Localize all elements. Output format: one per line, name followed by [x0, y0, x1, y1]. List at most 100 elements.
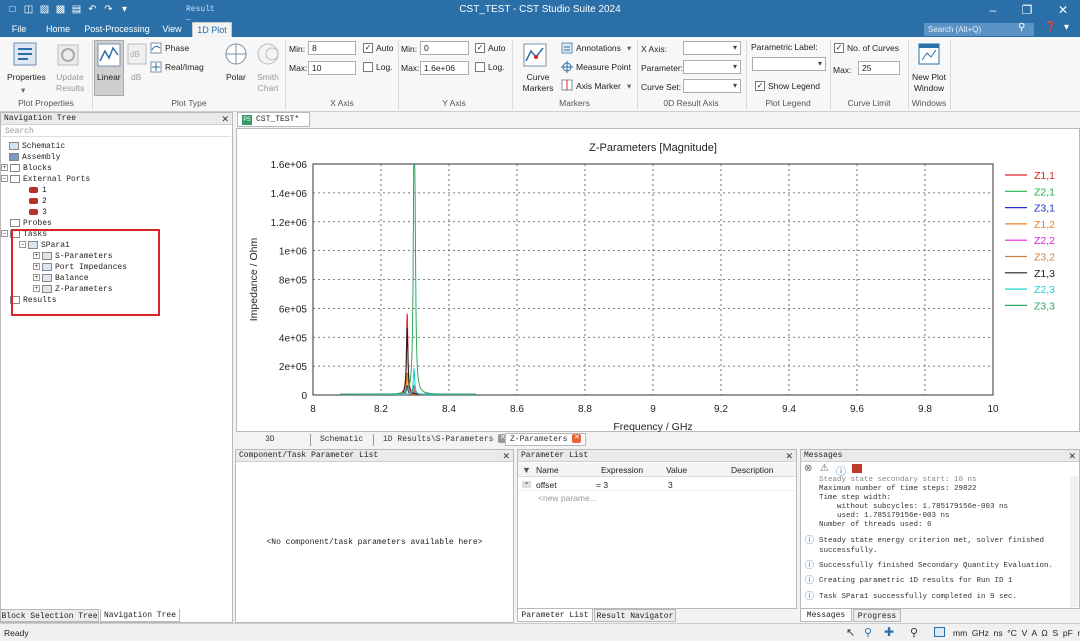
table-row[interactable]: = offset = 3 3 [518, 478, 796, 491]
document-tab[interactable]: PS CST_TEST* ✕ [237, 112, 310, 138]
zoom-icon[interactable]: ⚲ [864, 626, 872, 639]
tree-item-blocks[interactable]: + Blocks [1, 163, 52, 174]
col-expression[interactable]: Expression [601, 465, 643, 475]
tab-navigation-tree[interactable]: Navigation Tree [100, 609, 180, 622]
real-imag-button[interactable]: Real/Imag [165, 62, 204, 72]
tab-file[interactable]: File [6, 22, 32, 37]
tab-result-navigator[interactable]: Result Navigator [594, 609, 676, 622]
help-icon[interactable]: ❓ [1044, 22, 1056, 33]
annotations-dropdown-icon[interactable]: ▾ [627, 43, 631, 54]
y-min-input[interactable]: 0 [420, 41, 469, 55]
units-icon[interactable] [934, 627, 945, 637]
no-of-curves-checkbox[interactable]: ✓ [834, 43, 844, 53]
tab-progress[interactable]: Progress [853, 609, 901, 622]
warning-filter-icon[interactable]: ⚠ [820, 463, 829, 474]
param-expression[interactable]: = 3 [596, 480, 608, 490]
search-icon[interactable]: ⚲ [1018, 22, 1025, 33]
linear-plot-icon [97, 43, 121, 67]
pan-icon[interactable]: ✚ [884, 625, 894, 639]
pointer-icon[interactable]: ↖ [846, 626, 855, 639]
show-legend-checkbox[interactable]: ✓ [755, 81, 765, 91]
close-icon[interactable]: ✕ [785, 450, 793, 462]
tab-block-selection-tree[interactable]: Block Selection Tree [0, 609, 99, 622]
message-item[interactable]: ⓘ Task SPara1 successfully completed in 9… [805, 592, 1067, 602]
view-tab-1d-results[interactable]: 1D Results\S-Parameters ✕ [383, 434, 508, 446]
axis-marker-dropdown-icon[interactable]: ▾ [627, 81, 631, 92]
axis-marker-button[interactable]: Axis Marker [576, 81, 621, 91]
tree-item-port-2[interactable]: 2 [29, 196, 47, 207]
view-tab-z-parameters[interactable]: Z-Parameters ✕ [505, 433, 587, 446]
clear-icon[interactable]: ⊗ [804, 463, 812, 474]
x-auto-checkbox[interactable]: ✓ [363, 43, 373, 53]
tree-item-schematic[interactable]: Schematic [9, 141, 65, 152]
db-button[interactable]: dB [131, 72, 141, 82]
filter-icon[interactable]: ▼ [522, 465, 531, 475]
message-item[interactable]: ⓘ Successfully finished Secondary Quantit… [805, 561, 1067, 571]
collapse-icon[interactable]: – [1, 230, 8, 238]
col-name[interactable]: Name [536, 465, 559, 475]
tab-1d-plot[interactable]: 1D Plot [192, 22, 232, 37]
measure-point-button[interactable]: Measure Point [576, 62, 631, 72]
maximize-icon[interactable]: ❐ [1010, 0, 1044, 20]
properties-dropdown-icon[interactable]: ▾ [21, 85, 25, 96]
update-results-button[interactable]: Update Results [56, 72, 84, 94]
tab-home[interactable]: Home [40, 22, 76, 37]
legend-entry: Z3,2 [1034, 252, 1055, 264]
od-curve-set-select[interactable]: ▾ [683, 79, 741, 93]
tab-messages[interactable]: Messages [800, 609, 852, 622]
search-icon[interactable]: ⚲ [910, 626, 918, 639]
view-tab-3d[interactable]: 3D [265, 434, 275, 446]
close-icon[interactable]: ✕ [1068, 450, 1076, 462]
tree-item-port-3[interactable]: 3 [29, 207, 47, 218]
x-max-input[interactable]: 10 [308, 61, 356, 75]
message-item[interactable]: ⓘ Creating parametric 1D results for Run … [805, 576, 1067, 586]
close-icon[interactable]: ✕ [221, 113, 229, 125]
collapse-icon[interactable]: – [1, 175, 8, 183]
parametric-label-select[interactable]: ▾ [752, 57, 826, 71]
tree-item-port-1[interactable]: 1 [29, 185, 47, 196]
new-parameter-placeholder[interactable]: <new parame... [538, 493, 597, 503]
y-auto-checkbox[interactable]: ✓ [475, 43, 485, 53]
col-value[interactable]: Value [666, 465, 687, 475]
flag-icon[interactable] [852, 464, 862, 473]
tree-item-assembly[interactable]: Assembly [9, 152, 60, 163]
ribbon-options-icon[interactable]: ▾ [1064, 22, 1069, 33]
close-icon[interactable]: ✕ [502, 450, 510, 462]
x-min-input[interactable]: 8 [308, 41, 356, 55]
x-log-checkbox[interactable] [363, 62, 373, 72]
od-x-axis-select[interactable]: ▾ [683, 41, 741, 55]
polar-button[interactable]: Polar [226, 72, 246, 82]
annotations-button[interactable]: Annotations [576, 43, 621, 53]
view-tab-schematic[interactable]: Schematic [320, 434, 363, 446]
curve-max-input[interactable]: 25 [858, 61, 900, 75]
close-icon[interactable]: ✕ [1046, 0, 1080, 20]
od-parameter-select[interactable]: ▾ [683, 60, 741, 74]
curve-markers-button[interactable]: Curve Markers [520, 72, 556, 94]
info-icon: ⓘ [805, 592, 815, 602]
smith-chart-button[interactable]: Smith Chart [254, 72, 282, 94]
tab-divider [373, 434, 374, 446]
x-tick-label: 8.4 [442, 404, 456, 415]
ribbon-divider [92, 40, 93, 110]
close-tab-icon[interactable]: ✕ [572, 434, 582, 444]
y-max-input[interactable]: 1.6e+06 [420, 61, 469, 75]
tab-parameter-list[interactable]: Parameter List [517, 609, 593, 622]
tab-view[interactable]: View [156, 22, 188, 37]
tree-item-probes[interactable]: Probes [10, 218, 52, 229]
col-description[interactable]: Description [731, 465, 774, 475]
messages-scrollbar[interactable] [1070, 476, 1078, 607]
tree-item-external-ports[interactable]: – External Ports [1, 174, 90, 185]
new-plot-window-button[interactable]: New Plot Window [910, 72, 948, 94]
message-item[interactable]: ⓘ Steady state energy criterion met, solv… [805, 536, 1067, 556]
navigation-search-input[interactable]: Search [2, 126, 231, 137]
minimize-icon[interactable]: – [976, 0, 1010, 20]
project-icon: PS [242, 115, 252, 125]
properties-button[interactable]: Properties [7, 72, 46, 82]
expand-icon[interactable]: + [1, 164, 8, 172]
tab-post-processing[interactable]: Post-Processing [82, 22, 152, 37]
phase-button[interactable]: Phase [165, 43, 189, 53]
properties-icon[interactable] [12, 41, 38, 67]
y-tick-label: 2e+05 [279, 362, 308, 373]
y-log-checkbox[interactable] [475, 62, 485, 72]
plot-area[interactable]: Z-Parameters [Magnitude] 8 8.2 8.4 8.6 8.8 9 9.… [236, 128, 1080, 433]
